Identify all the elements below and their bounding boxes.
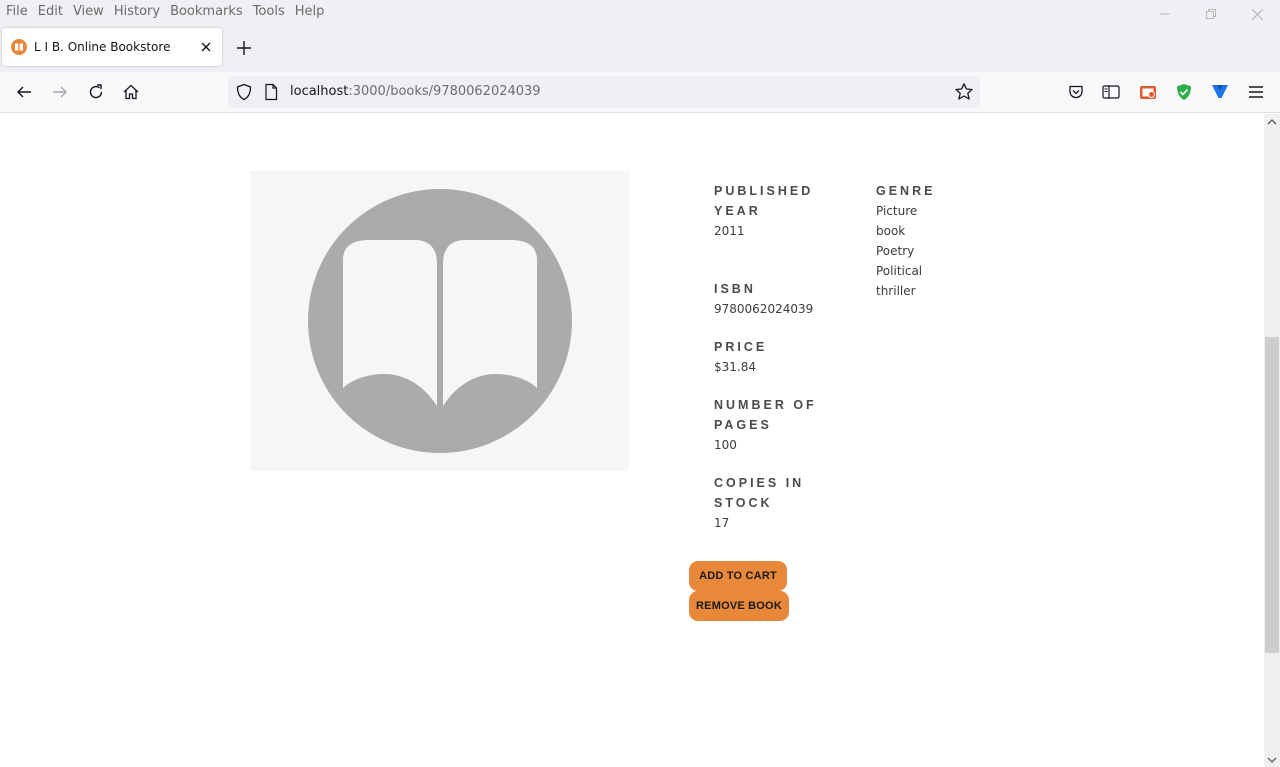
genre-item: Political thriller <box>876 264 923 298</box>
shield-icon[interactable] <box>235 83 253 106</box>
pocket-button[interactable] <box>1064 80 1088 104</box>
close-icon <box>1251 8 1263 20</box>
url-bar[interactable]: localhost:3000/books/9780062024039 <box>228 76 980 108</box>
page-viewport: PUBLISHED YEAR 2011 ISBN 9780062024039 P… <box>0 114 1264 767</box>
url-path: :3000/books/9780062024039 <box>348 84 541 99</box>
menu-view[interactable]: View <box>68 2 109 22</box>
tab-close-button[interactable] <box>194 35 218 59</box>
home-button[interactable] <box>116 78 146 106</box>
extension-blue-button[interactable] <box>1208 80 1232 104</box>
book-logo-icon <box>11 39 27 55</box>
pages-block: NUMBER OF PAGES 100 <box>714 395 824 455</box>
shield-check-icon <box>1177 84 1191 100</box>
chevron-up-icon <box>1267 119 1277 125</box>
restore-icon <box>1206 9 1216 19</box>
isbn-value: 9780062024039 <box>714 302 814 316</box>
price-label: PRICE <box>714 340 768 354</box>
hamburger-icon <box>1249 86 1263 98</box>
stock-label: COPIES IN STOCK <box>714 476 805 510</box>
star-icon[interactable] <box>954 82 974 107</box>
scroll-up-button[interactable] <box>1264 115 1280 129</box>
pages-value: 100 <box>714 438 737 452</box>
minimize-icon <box>1160 13 1170 15</box>
new-tab-button[interactable] <box>232 36 256 60</box>
price-block: PRICE $31.84 <box>714 337 824 377</box>
book-metadata-column: PUBLISHED YEAR 2011 <box>714 181 824 241</box>
forward-button[interactable] <box>45 78 75 106</box>
menu-help[interactable]: Help <box>290 2 330 22</box>
menu-bookmarks[interactable]: Bookmarks <box>165 2 248 22</box>
tab-strip: L I B. Online Bookstore <box>0 24 1280 72</box>
arrow-right-icon <box>53 86 67 98</box>
genre-label: GENRE <box>876 184 936 198</box>
url-host: localhost <box>290 84 349 99</box>
back-button[interactable] <box>9 78 39 106</box>
open-book-icon <box>307 189 572 453</box>
menu-edit[interactable]: Edit <box>33 2 68 22</box>
scroll-down-button[interactable] <box>1264 753 1280 767</box>
price-value: $31.84 <box>714 360 756 374</box>
tab-bookstore[interactable]: L I B. Online Bookstore <box>2 28 222 66</box>
chevron-down-icon <box>1267 757 1277 763</box>
close-icon <box>201 42 211 52</box>
plus-icon <box>237 41 251 55</box>
add-to-cart-button[interactable]: ADD TO CART <box>689 561 787 591</box>
pocket-icon <box>1069 85 1083 99</box>
isbn-block: ISBN 9780062024039 <box>714 279 834 319</box>
extension-red-icon <box>1140 86 1156 99</box>
genre-block: GENRE Picture book Poetry Political thri… <box>876 181 934 301</box>
menu-bar: File Edit View History Bookmarks Tools H… <box>0 0 1280 24</box>
published-year-label: PUBLISHED YEAR <box>714 184 814 218</box>
stock-block: COPIES IN STOCK 17 <box>714 473 824 533</box>
genre-item: Picture book <box>876 204 918 238</box>
tab-title: L I B. Online Bookstore <box>34 40 171 54</box>
extension-red-button[interactable] <box>1136 80 1160 104</box>
app-menu-button[interactable] <box>1244 80 1268 104</box>
genre-item: Poetry <box>876 244 915 258</box>
navigation-bar: localhost:3000/books/9780062024039 <box>0 72 1280 113</box>
sidebar-icon <box>1102 85 1120 99</box>
reader-view-button[interactable] <box>1099 80 1123 104</box>
page-icon[interactable] <box>263 83 279 106</box>
reload-button[interactable] <box>81 78 111 106</box>
url-text[interactable]: localhost:3000/books/9780062024039 <box>290 84 541 99</box>
book-cover-image <box>250 171 629 471</box>
menu-file[interactable]: File <box>0 2 33 22</box>
published-year-value: 2011 <box>714 224 745 238</box>
arrow-left-icon <box>17 86 31 98</box>
scrollbar-thumb[interactable] <box>1265 337 1279 653</box>
stock-value: 17 <box>714 516 730 530</box>
pages-label: NUMBER OF PAGES <box>714 398 817 432</box>
extension-shield-button[interactable] <box>1172 80 1196 104</box>
home-icon <box>123 84 139 100</box>
isbn-label: ISBN <box>714 282 756 296</box>
menu-tools[interactable]: Tools <box>248 2 290 22</box>
remove-book-button[interactable]: REMOVE BOOK <box>689 591 789 621</box>
menu-history[interactable]: History <box>109 2 165 22</box>
extension-blue-icon <box>1212 85 1228 98</box>
reload-icon <box>89 84 103 99</box>
